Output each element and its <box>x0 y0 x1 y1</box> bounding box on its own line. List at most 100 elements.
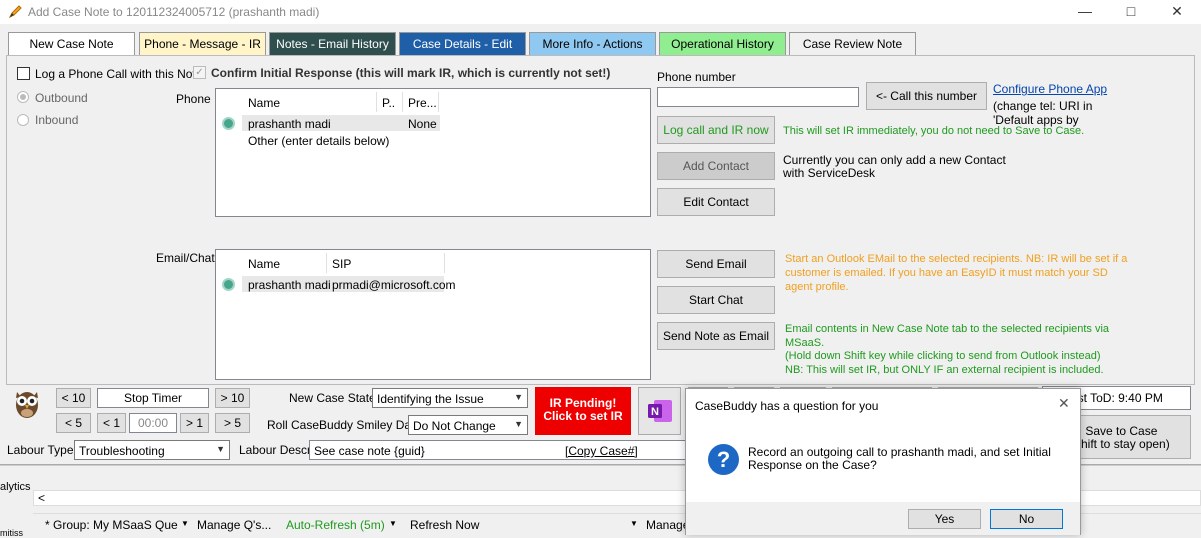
inbound-radio[interactable] <box>17 114 29 126</box>
call-number-button[interactable]: <- Call this number <box>866 82 987 110</box>
phone-col-name[interactable]: Name <box>248 96 280 110</box>
tab-case-details-edit[interactable]: Case Details - Edit <box>399 32 526 56</box>
email-row-sip: prmadi@microsoft.com <box>332 278 456 292</box>
copy-case-link[interactable]: [Copy Case#] <box>565 444 638 458</box>
column-divider <box>326 253 327 273</box>
email-list[interactable]: Name SIP prashanth madi prmadi@microsoft… <box>215 249 651 380</box>
plus-10-button[interactable]: > 10 <box>215 388 250 408</box>
roll-smiley-label: Roll CaseBuddy Smiley Date <box>267 418 422 432</box>
phone-number-input[interactable] <box>657 87 859 107</box>
contact-avatar-icon <box>222 278 235 291</box>
timer-display: 00:00 <box>129 413 177 433</box>
roll-smiley-value: Do Not Change <box>413 419 496 433</box>
outbound-label: Outbound <box>35 91 88 105</box>
auto-refresh-button[interactable]: Auto-Refresh (5m) <box>286 518 385 532</box>
configure-phone-link[interactable]: Configure Phone App <box>993 82 1107 96</box>
phone-label: Phone <box>176 92 211 106</box>
save-to-case-label: Save to Case Shift to stay open) <box>1073 424 1170 451</box>
configure-phone-note: (change tel: URI in 'Default apps by <box>993 99 1093 127</box>
dropdown-arrow-icon: ▼ <box>181 519 189 528</box>
email-col-name[interactable]: Name <box>248 257 280 271</box>
svg-text:N: N <box>651 406 659 418</box>
confirm-ir-checkbox[interactable]: ✓ <box>193 66 206 79</box>
phone-col-p[interactable]: P.. <box>382 96 395 110</box>
new-case-state-select[interactable]: Identifying the Issue ▼ <box>372 388 528 408</box>
question-dialog: CaseBuddy has a question for you ✕ ? Rec… <box>685 388 1081 535</box>
labour-descr-input[interactable]: See case note {guid} [Copy Case#] <box>309 440 687 460</box>
ir-pending-button[interactable]: IR Pending! Click to set IR <box>535 387 631 435</box>
tab-phone-message-ir[interactable]: Phone - Message - IR <box>139 32 266 56</box>
send-note-text: Email contents in New Case Note tab to t… <box>785 323 1110 376</box>
dialog-message: Record an outgoing call to prashanth mad… <box>748 445 1051 472</box>
minimize-icon[interactable]: — <box>1062 0 1108 24</box>
outbound-radio[interactable] <box>17 91 29 103</box>
new-case-state-value: Identifying the Issue <box>377 392 484 406</box>
minus-1-button[interactable]: < 1 <box>97 413 126 433</box>
analytics-fragment: alytics <box>0 481 31 493</box>
column-divider <box>402 92 403 112</box>
owl-icon <box>12 386 42 423</box>
labour-descr-label: Labour Descr <box>239 443 312 457</box>
labour-type-value: Troubleshooting <box>79 444 165 458</box>
dialog-close-icon[interactable]: ✕ <box>1058 395 1070 412</box>
tab-new-case-note[interactable]: New Case Note <box>8 32 135 56</box>
new-case-state-label: New Case State <box>289 391 376 405</box>
group-dropdown[interactable]: * Group: My MSaaS Que <box>45 518 178 532</box>
dropdown-arrow-icon: ▼ <box>630 519 638 528</box>
phone-other[interactable]: Other (enter details below) <box>248 134 389 148</box>
bottom-fragment: mitiss <box>0 528 23 538</box>
add-contact-note: Currently you can only add a new Contact… <box>783 153 1006 180</box>
plus-1-button[interactable]: > 1 <box>180 413 209 433</box>
manage-qs-button[interactable]: Manage Q's... <box>197 518 271 532</box>
maximize-icon[interactable]: □ <box>1108 0 1154 24</box>
column-divider <box>444 253 445 273</box>
confirm-ir-label: Confirm Initial Response (this will mark… <box>211 66 611 80</box>
dropdown-arrow-icon: ▼ <box>389 519 397 528</box>
add-contact-button[interactable]: Add Contact <box>657 152 775 180</box>
onenote-icon[interactable]: N <box>638 387 681 435</box>
column-divider <box>438 92 439 112</box>
tab-operational-history[interactable]: Operational History <box>659 32 786 56</box>
no-button[interactable]: No <box>990 509 1063 529</box>
email-chat-label: Email/Chat <box>156 251 215 265</box>
question-icon: ? <box>708 444 739 475</box>
log-call-checkbox[interactable] <box>17 67 30 80</box>
refresh-now-button[interactable]: Refresh Now <box>410 518 479 532</box>
tab-more-info-actions[interactable]: More Info - Actions <box>529 32 656 56</box>
minus-5-button[interactable]: < 5 <box>56 413 91 433</box>
send-note-email-button[interactable]: Send Note as Email <box>657 322 775 350</box>
minus-10-button[interactable]: < 10 <box>56 388 91 408</box>
send-email-button[interactable]: Send Email <box>657 250 775 278</box>
close-icon[interactable]: ✕ <box>1154 0 1200 24</box>
column-divider <box>376 92 377 112</box>
stop-timer-button[interactable]: Stop Timer <box>97 388 209 408</box>
window-title: Add Case Note to 120112324005712 (prasha… <box>28 5 320 19</box>
phone-col-pre[interactable]: Pre... <box>408 96 437 110</box>
edit-contact-button[interactable]: Edit Contact <box>657 188 775 216</box>
yes-button[interactable]: Yes <box>908 509 981 529</box>
dialog-title: CaseBuddy has a question for you <box>695 399 879 413</box>
plus-5-button[interactable]: > 5 <box>215 413 250 433</box>
log-call-ir-button[interactable]: Log call and IR now <box>657 116 775 144</box>
email-row-name: prashanth madi <box>248 278 331 292</box>
email-col-sip[interactable]: SIP <box>332 257 351 271</box>
inbound-label: Inbound <box>35 113 79 127</box>
title-bar: Add Case Note to 120112324005712 (prasha… <box>0 0 1201 24</box>
chevron-down-icon: ▼ <box>514 419 523 429</box>
phone-list[interactable]: Name P.. Pre... prashanth madi None Othe… <box>215 88 651 217</box>
contact-avatar-icon <box>222 117 235 130</box>
labour-type-select[interactable]: Troubleshooting ▼ <box>74 440 230 460</box>
tod-text: ust ToD: 9:40 PM <box>1071 391 1163 405</box>
tab-notes-email-history[interactable]: Notes - Email History <box>269 32 396 56</box>
send-email-note: Start an Outlook EMail to the selected r… <box>785 253 1128 293</box>
scroll-left-icon[interactable]: < <box>38 491 45 505</box>
roll-smiley-select[interactable]: Do Not Change ▼ <box>408 415 528 435</box>
manage-button[interactable]: Manage <box>646 518 689 532</box>
log-call-label: Log a Phone Call with this Note <box>35 67 203 81</box>
chevron-down-icon: ▼ <box>216 444 225 454</box>
start-chat-button[interactable]: Start Chat <box>657 286 775 314</box>
pencil-icon <box>8 3 24 22</box>
phone-number-label: Phone number <box>657 70 736 84</box>
phone-row-pre: None <box>408 117 437 131</box>
tab-case-review-note[interactable]: Case Review Note <box>789 32 916 56</box>
